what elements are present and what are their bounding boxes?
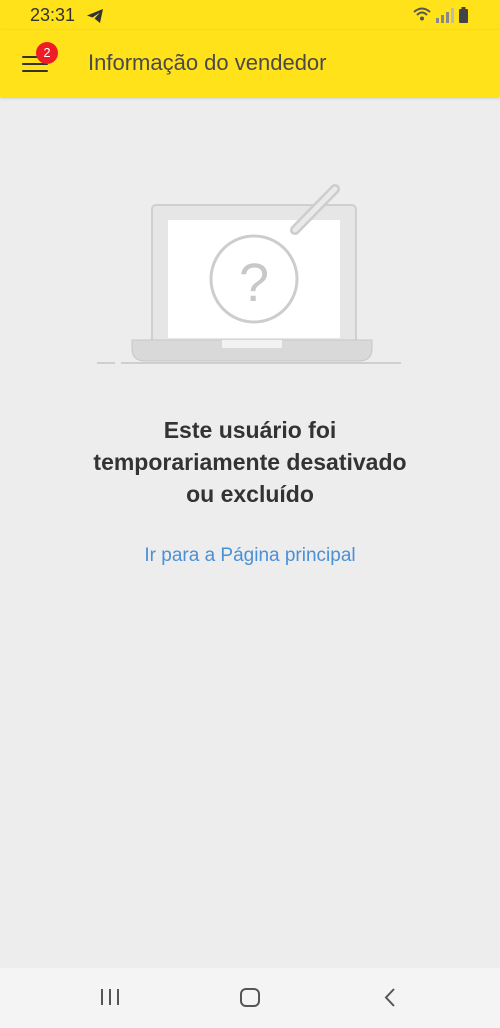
message-line: temporariamente desativado [93,449,407,475]
status-time: 23:31 [30,5,76,25]
message-line: ou excluído [186,481,314,507]
status-icons [413,7,468,23]
svg-text:?: ? [239,253,269,313]
telegram-icon [87,9,103,23]
app-header: 2 Informação do vendedor [0,30,500,97]
back-icon[interactable] [370,983,410,1013]
message-line: Este usuário foi [163,417,337,443]
home-page-link[interactable]: Ir para a Página principal [0,545,500,567]
empty-state-message: Este usuário foi temporariamente desativ… [40,414,460,510]
home-icon[interactable] [230,983,270,1013]
battery-icon [459,7,468,23]
menu-button[interactable]: 2 [14,42,58,84]
status-bar: 23:31 [0,0,500,30]
recent-apps-icon[interactable] [90,983,130,1013]
wifi-icon [413,7,431,21]
page-title: Informação do vendedor [88,50,327,75]
navigation-bar [0,968,500,1028]
signal-icon [436,8,454,23]
notification-badge: 2 [36,42,58,64]
laptop-question-icon: ? [97,184,401,364]
